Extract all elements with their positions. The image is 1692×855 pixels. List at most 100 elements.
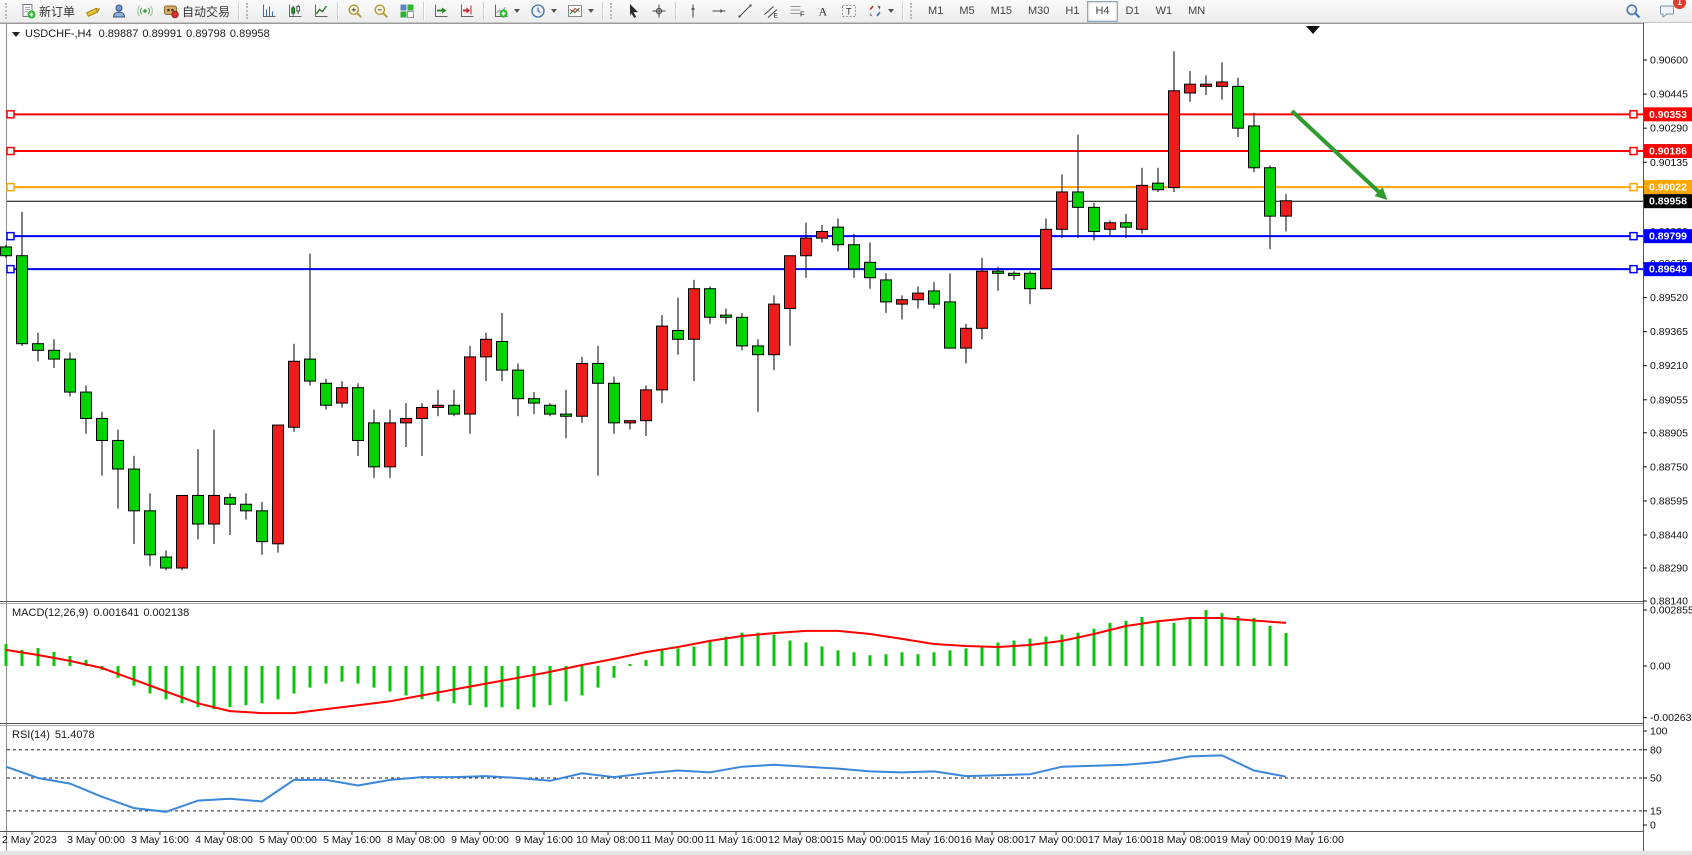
- level-handle[interactable]: [1630, 233, 1637, 240]
- candle[interactable]: [401, 418, 412, 422]
- timeframe-m30-button[interactable]: M30: [1020, 1, 1057, 22]
- candle[interactable]: [673, 331, 684, 340]
- candle[interactable]: [561, 414, 572, 416]
- candle[interactable]: [961, 328, 972, 348]
- candle[interactable]: [337, 388, 348, 403]
- templates-button[interactable]: [562, 0, 599, 23]
- candle[interactable]: [577, 363, 588, 416]
- candle-chart-mode-button[interactable]: [282, 0, 308, 23]
- level-handle[interactable]: [7, 266, 14, 273]
- candle[interactable]: [1105, 223, 1116, 230]
- candle[interactable]: [481, 339, 492, 357]
- bar-chart-mode-button[interactable]: [256, 0, 282, 23]
- candle[interactable]: [769, 304, 780, 355]
- candle[interactable]: [65, 359, 76, 392]
- timeframe-h1-button[interactable]: H1: [1057, 1, 1087, 22]
- text-label-button[interactable]: T: [836, 0, 862, 23]
- periods-button[interactable]: [525, 0, 562, 23]
- candle[interactable]: [33, 344, 44, 351]
- toolbar-grip[interactable]: [246, 3, 253, 19]
- profile-button[interactable]: [106, 0, 132, 23]
- crosshair-button[interactable]: [646, 0, 672, 23]
- candle[interactable]: [929, 291, 940, 304]
- candle[interactable]: [353, 388, 364, 441]
- level-handle[interactable]: [7, 184, 14, 191]
- candle[interactable]: [529, 399, 540, 403]
- candle[interactable]: [1137, 185, 1148, 229]
- candle[interactable]: [417, 407, 428, 418]
- level-handle[interactable]: [1630, 266, 1637, 273]
- candle[interactable]: [209, 495, 220, 524]
- indicators-button[interactable]: [488, 0, 525, 23]
- candle[interactable]: [225, 498, 236, 505]
- tile-windows-button[interactable]: [394, 0, 420, 23]
- candle[interactable]: [465, 357, 476, 414]
- candle[interactable]: [1057, 192, 1068, 229]
- timeframe-m5-button[interactable]: M5: [951, 1, 982, 22]
- candle[interactable]: [609, 383, 620, 423]
- timeframe-d1-button[interactable]: D1: [1118, 1, 1148, 22]
- chevron-down-icon[interactable]: [514, 9, 520, 13]
- candle[interactable]: [689, 289, 700, 340]
- candle[interactable]: [593, 363, 604, 383]
- candle[interactable]: [321, 383, 332, 405]
- candle[interactable]: [1185, 84, 1196, 93]
- trendline-button[interactable]: [732, 0, 758, 23]
- candle[interactable]: [177, 495, 188, 568]
- chevron-down-icon[interactable]: [888, 9, 894, 13]
- candle[interactable]: [545, 405, 556, 414]
- candle[interactable]: [1, 247, 12, 256]
- candle[interactable]: [289, 361, 300, 427]
- candle[interactable]: [785, 256, 796, 309]
- candle[interactable]: [737, 317, 748, 346]
- candle[interactable]: [1201, 84, 1212, 86]
- timeframe-m1-button[interactable]: M1: [920, 1, 951, 22]
- chevron-down-icon[interactable]: [551, 9, 557, 13]
- cursor-button[interactable]: [620, 0, 646, 23]
- candle[interactable]: [657, 326, 668, 390]
- toolbar-grip[interactable]: [5, 3, 12, 19]
- zoom-in-button[interactable]: [342, 0, 368, 23]
- candle[interactable]: [641, 390, 652, 421]
- candle[interactable]: [913, 293, 924, 300]
- horizontal-line-button[interactable]: [706, 0, 732, 23]
- candle[interactable]: [801, 238, 812, 256]
- timeframe-h4-button[interactable]: H4: [1087, 1, 1117, 22]
- candle[interactable]: [49, 350, 60, 359]
- toolbar-grip[interactable]: [610, 3, 617, 19]
- candle[interactable]: [625, 421, 636, 423]
- candle[interactable]: [17, 256, 28, 344]
- candle[interactable]: [881, 280, 892, 302]
- candle[interactable]: [513, 370, 524, 399]
- candle[interactable]: [993, 271, 1004, 273]
- candle[interactable]: [1249, 126, 1260, 168]
- candle[interactable]: [721, 315, 732, 317]
- zoom-out-button[interactable]: [368, 0, 394, 23]
- candle[interactable]: [305, 359, 316, 381]
- candle[interactable]: [449, 405, 460, 414]
- level-handle[interactable]: [1630, 184, 1637, 191]
- level-handle[interactable]: [1630, 111, 1637, 118]
- candle[interactable]: [1025, 273, 1036, 288]
- candle[interactable]: [497, 341, 508, 370]
- new-order-button[interactable]: 新订单: [15, 0, 80, 23]
- timeframe-m15-button[interactable]: M15: [983, 1, 1020, 22]
- candle[interactable]: [1265, 168, 1276, 216]
- candle[interactable]: [241, 504, 252, 511]
- candle[interactable]: [1073, 192, 1084, 207]
- candle[interactable]: [833, 227, 844, 245]
- arrows-button[interactable]: [862, 0, 899, 23]
- equidistant-channel-button[interactable]: E: [758, 0, 784, 23]
- candle[interactable]: [1169, 91, 1180, 188]
- vertical-line-button[interactable]: [680, 0, 706, 23]
- candle[interactable]: [161, 557, 172, 568]
- chart-canvas[interactable]: 0.906000.904450.902900.901350.899800.898…: [0, 23, 1692, 855]
- candle[interactable]: [369, 423, 380, 467]
- fibonacci-button[interactable]: F: [784, 0, 810, 23]
- candle[interactable]: [865, 262, 876, 277]
- level-handle[interactable]: [7, 148, 14, 155]
- signal-button[interactable]: [132, 0, 158, 23]
- candle[interactable]: [1281, 201, 1292, 216]
- candle[interactable]: [433, 405, 444, 407]
- candle[interactable]: [193, 495, 204, 524]
